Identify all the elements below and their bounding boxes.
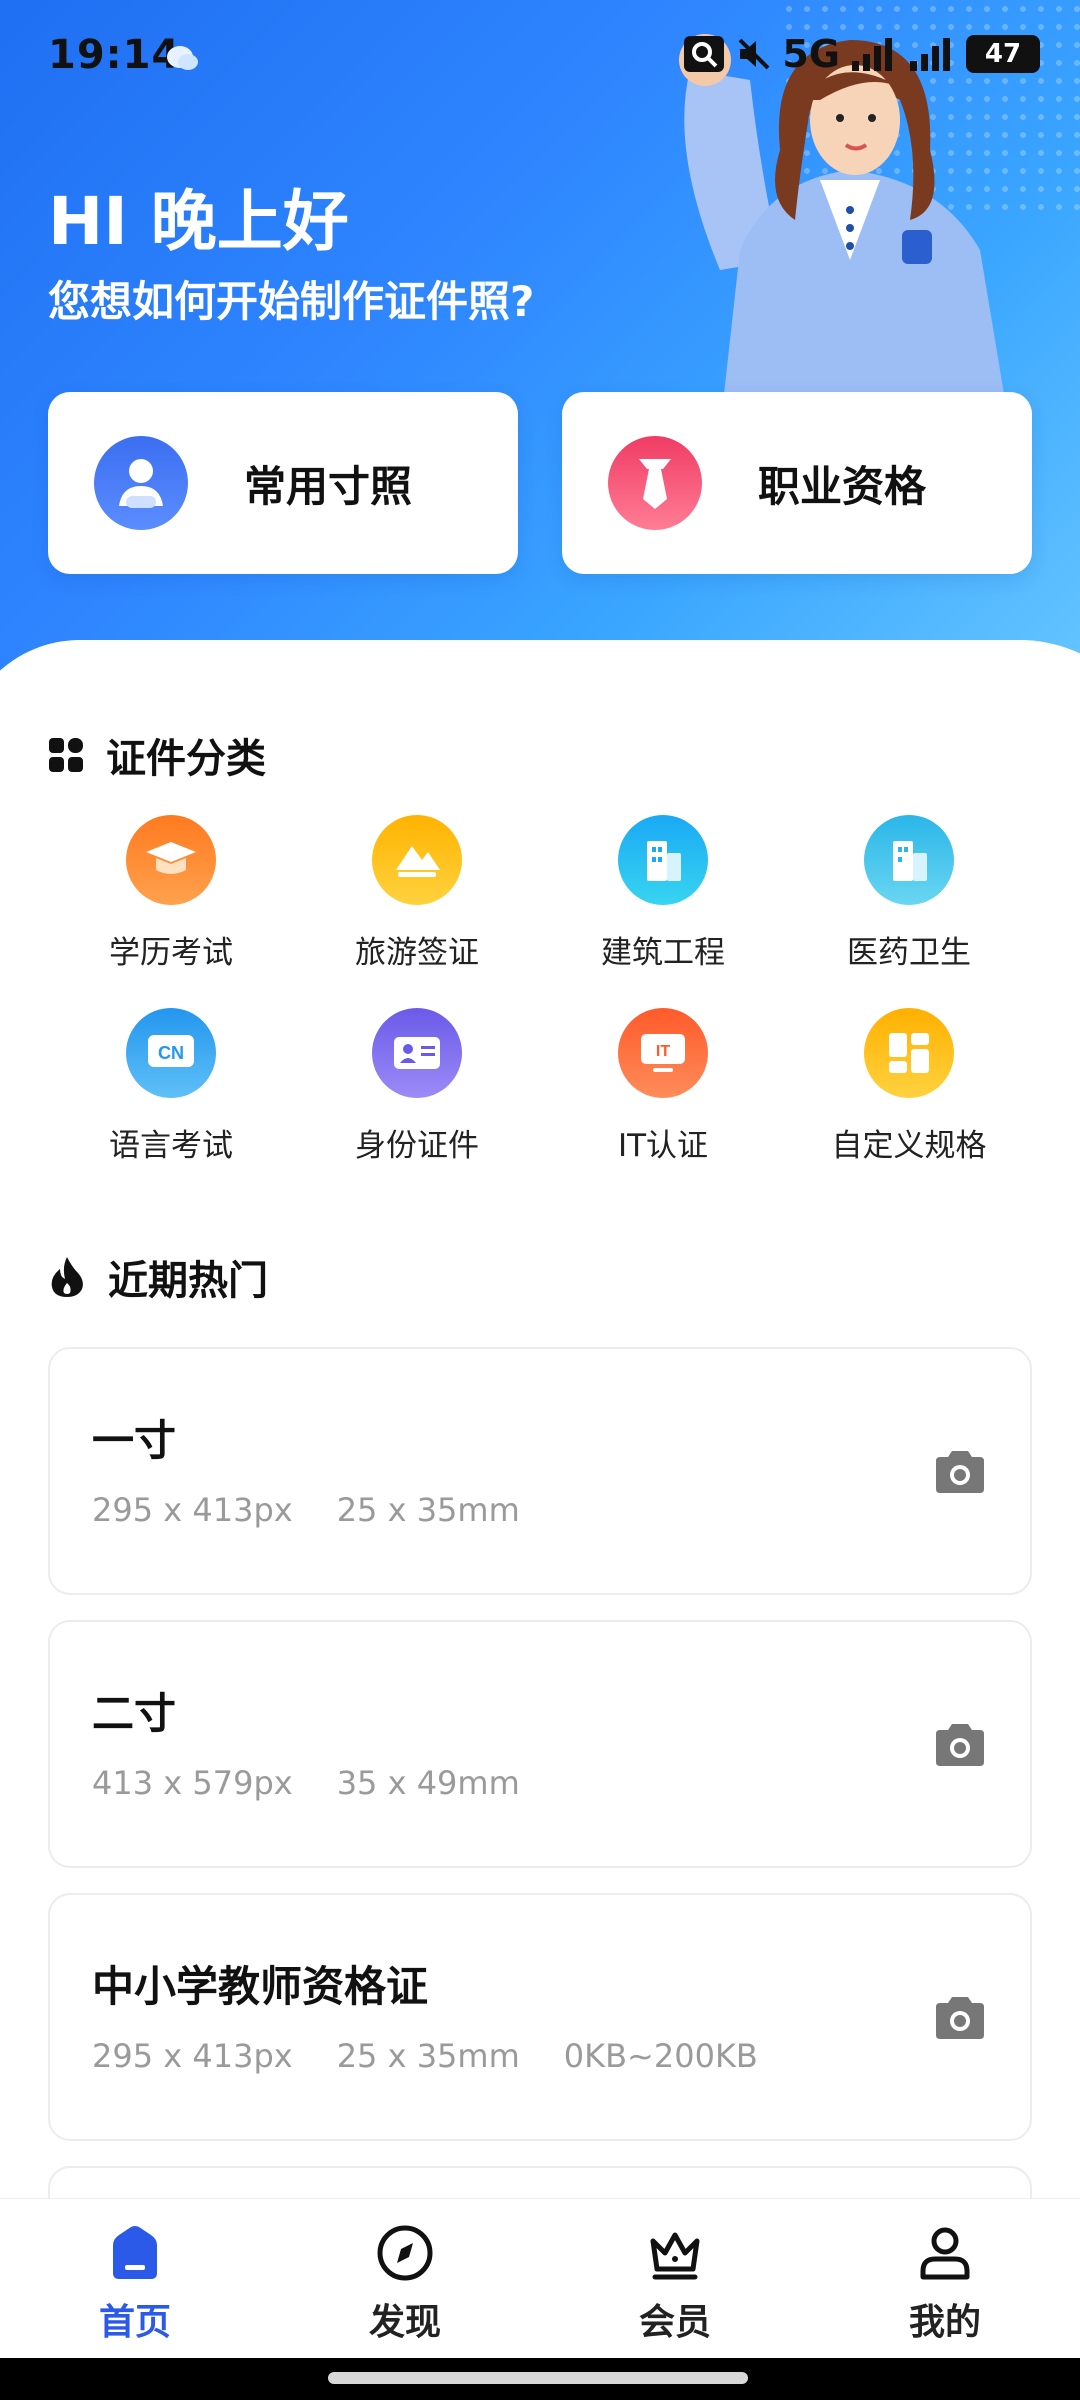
layout-icon [864,1008,954,1098]
section-title: 证件分类 [106,736,266,782]
camera-icon[interactable] [932,1722,988,1768]
camera-icon[interactable] [932,1995,988,2041]
nav-label: 我的 [908,2302,981,2343]
popular-item-specs: 413 x 579px 35 x 49mm [92,1764,520,1802]
signal-icon-2 [910,38,950,71]
category-label: IT认证 [617,1128,709,1164]
svg-text:IT: IT [656,1043,670,1060]
spec-pixels: 295 x 413px [92,2037,293,2075]
popular-header: 近期热门 [48,1248,268,1306]
hospital-icon [864,815,954,905]
spec-filesize: 0KB~200KB [563,2037,758,2075]
quick-action-label: 职业资格 [758,461,927,511]
popular-item-name: 中小学教师资格证 [92,1962,429,2011]
id-card-icon [372,1008,462,1098]
category-id-card[interactable]: 身份证件 [294,1008,540,1165]
nav-profile[interactable]: 我的 [810,2199,1080,2358]
fire-icon [51,1257,83,1297]
category-it-cert[interactable]: IT IT认证 [540,1008,786,1165]
category-medicine[interactable]: 医药卫生 [786,815,1032,972]
home-indicator[interactable] [328,2372,748,2384]
nav-label: 首页 [98,2302,171,2343]
bottom-nav: 首页 发现 会员 我的 [0,2198,1080,2358]
category-language[interactable]: CN 语言考试 [48,1008,294,1165]
status-indicators: 5G 47 [682,32,1040,76]
mute-icon [738,38,770,70]
battery-icon: 47 [966,35,1040,73]
categories-header: 证件分类 [48,726,266,784]
category-label: 建筑工程 [601,935,725,971]
popular-item-specs: 295 x 413px 25 x 35mm [92,1491,520,1529]
wechat-notification-icon [167,46,198,70]
nav-home[interactable]: 首页 [0,2199,270,2358]
greeting-subtitle: 您想如何开始制作证件照? [48,277,535,326]
graduation-cap-icon [126,815,216,905]
popular-item[interactable]: 二寸 413 x 579px 35 x 49mm [48,1620,1032,1868]
nav-discover[interactable]: 发现 [270,2199,540,2358]
spec-pixels: 413 x 579px [92,1764,293,1802]
svg-text:CN: CN [158,1043,184,1063]
spec-mm: 25 x 35mm [336,1491,520,1529]
compass-icon [377,2225,433,2281]
category-travel-visa[interactable]: 旅游签证 [294,815,540,972]
popular-item-name: 二寸 [92,1689,177,1738]
camera-icon[interactable] [932,1449,988,1495]
home-icon [113,2226,157,2279]
category-label: 身份证件 [355,1128,479,1164]
network-type: 5G [782,32,840,76]
spec-mm: 35 x 49mm [336,1764,520,1802]
category-education[interactable]: 学历考试 [48,815,294,972]
search-icon [684,36,725,72]
popular-item-name: 一寸 [92,1416,177,1465]
category-label: 旅游签证 [355,935,479,971]
section-title: 近期热门 [108,1258,268,1304]
category-label: 自定义规格 [831,1128,987,1164]
signal-icon [852,38,892,71]
mountain-icon [372,815,462,905]
cn-language-icon: CN [126,1008,216,1098]
popular-item[interactable]: 一寸 295 x 413px 25 x 35mm [48,1347,1032,1595]
category-custom-size[interactable]: 自定义规格 [786,1008,1032,1165]
person-icon [94,436,188,530]
category-construction[interactable]: 建筑工程 [540,815,786,972]
hero-curve [0,640,1080,700]
it-monitor-icon: IT [618,1008,708,1098]
status-bar: 19:14 5G 47 [0,0,1080,110]
nav-membership[interactable]: 会员 [540,2199,810,2358]
popular-item-specs: 295 x 413px 25 x 35mm 0KB~200KB [92,2037,758,2075]
category-grid: 学历考试 旅游签证 建筑工程 医药卫生 CN 语言考试 身份证件 IT IT认证 [48,815,1032,1165]
crown-icon [650,2232,700,2280]
category-label: 语言考试 [109,1128,233,1164]
status-time: 19:14 [48,32,181,78]
grid-icon [49,738,83,772]
user-icon [920,2227,970,2280]
category-label: 学历考试 [109,935,233,971]
quick-action-standard-photo[interactable]: 常用寸照 [48,392,518,574]
popular-item[interactable]: 中小学教师资格证 295 x 413px 25 x 35mm 0KB~200KB [48,1893,1032,2141]
quick-action-professional[interactable]: 职业资格 [562,392,1032,574]
quick-action-label: 常用寸照 [244,461,413,511]
spec-mm: 25 x 35mm [336,2037,520,2075]
tie-icon [608,436,702,530]
nav-label: 发现 [368,2302,441,2343]
building-icon [618,815,708,905]
nav-label: 会员 [638,2302,711,2343]
spec-pixels: 295 x 413px [92,1491,293,1529]
greeting-title: HI 晚上好 [48,183,349,260]
category-label: 医药卫生 [847,935,971,971]
